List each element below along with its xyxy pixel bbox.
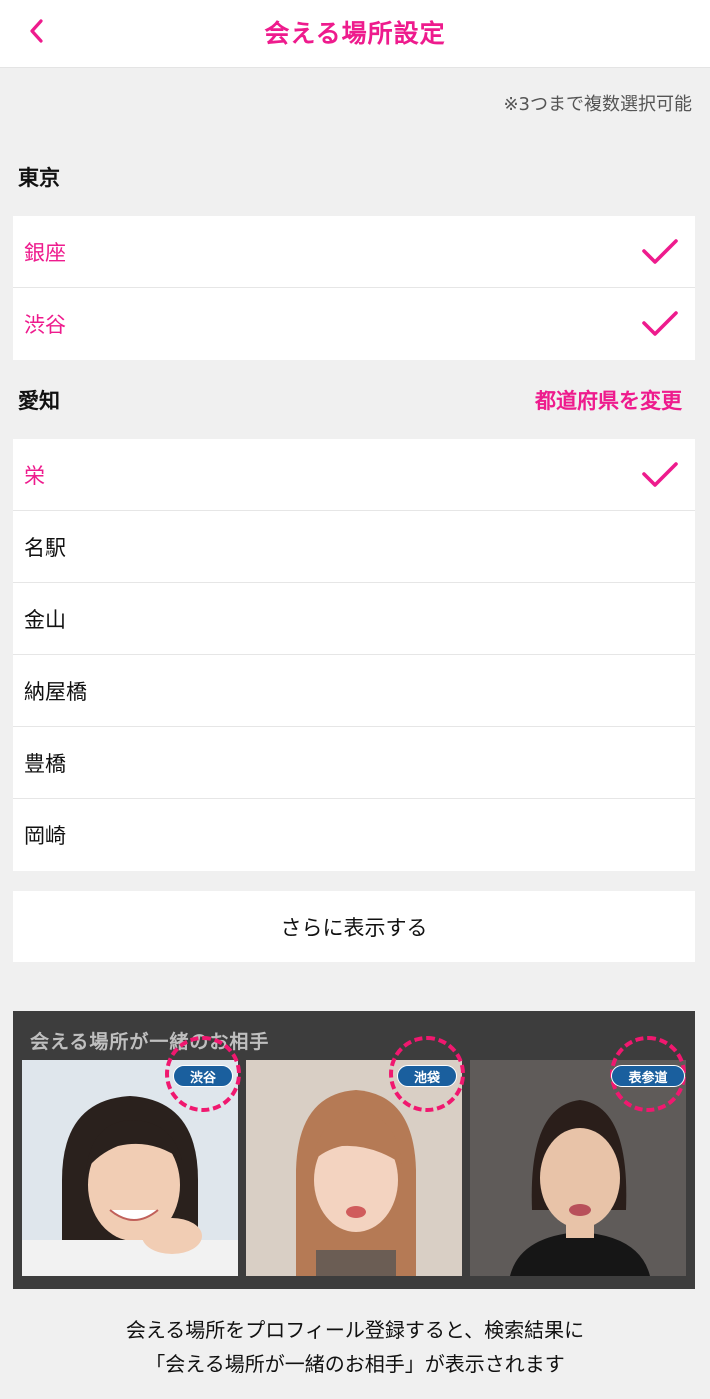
location-list-tokyo: 銀座 渋谷 (13, 216, 695, 360)
location-list-aichi: 栄 名駅 金山 納屋橋 豊橋 岡崎 (13, 439, 695, 871)
location-item-toyohashi[interactable]: 豊橋 (13, 727, 695, 799)
location-item-okazaki[interactable]: 岡崎 (13, 799, 695, 871)
location-badge: 渋谷 (173, 1065, 233, 1087)
location-item-meieki[interactable]: 名駅 (13, 511, 695, 583)
multi-select-note: ※3つまで複数選択可能 (503, 94, 692, 115)
location-item-nayabashi[interactable]: 納屋橋 (13, 655, 695, 727)
location-label: 豊橋 (24, 751, 66, 776)
section-title: 東京 (18, 166, 60, 190)
location-item-shibuya[interactable]: 渋谷 (13, 288, 695, 360)
location-label: 渋谷 (24, 313, 66, 337)
location-item-sakae[interactable]: 栄 (13, 439, 695, 511)
page-title: 会える場所設定 (264, 19, 446, 48)
description-line: 会える場所をプロフィール登録すると、検索結果に (125, 1318, 585, 1342)
location-badge: 池袋 (397, 1065, 457, 1087)
promo-title: 会える場所が一緒のお相手 (30, 1031, 270, 1053)
header-bar: 会える場所設定 (0, 0, 710, 68)
promo-banner: 会える場所が一緒のお相手 渋谷 池袋 表参道 (13, 1011, 695, 1289)
section-header-aichi: 愛知 都道府県を変更 (0, 362, 710, 438)
checkmark-icon (642, 461, 678, 487)
section-title: 愛知 (18, 389, 60, 413)
location-label: 岡崎 (24, 824, 66, 848)
description-line: 「会える場所が一緒のお相手」が表示されます (145, 1352, 565, 1376)
location-label: 銀座 (24, 240, 66, 265)
section-header-tokyo: 東京 (0, 139, 710, 215)
location-label: 栄 (24, 463, 45, 488)
location-badge: 表参道 (611, 1065, 685, 1087)
location-label: 納屋橋 (24, 679, 87, 704)
location-label: 金山 (24, 607, 66, 632)
checkmark-icon (642, 238, 678, 264)
promo-description: 会える場所をプロフィール登録すると、検索結果に 「会える場所が一緒のお相手」が表… (0, 1313, 710, 1381)
location-item-kanayama[interactable]: 金山 (13, 583, 695, 655)
change-prefecture-link[interactable]: 都道府県を変更 (535, 385, 682, 415)
location-label: 名駅 (24, 535, 66, 560)
checkmark-icon (642, 311, 678, 336)
location-item-ginza[interactable]: 銀座 (13, 216, 695, 288)
show-more-button[interactable]: さらに表示する (13, 891, 695, 962)
